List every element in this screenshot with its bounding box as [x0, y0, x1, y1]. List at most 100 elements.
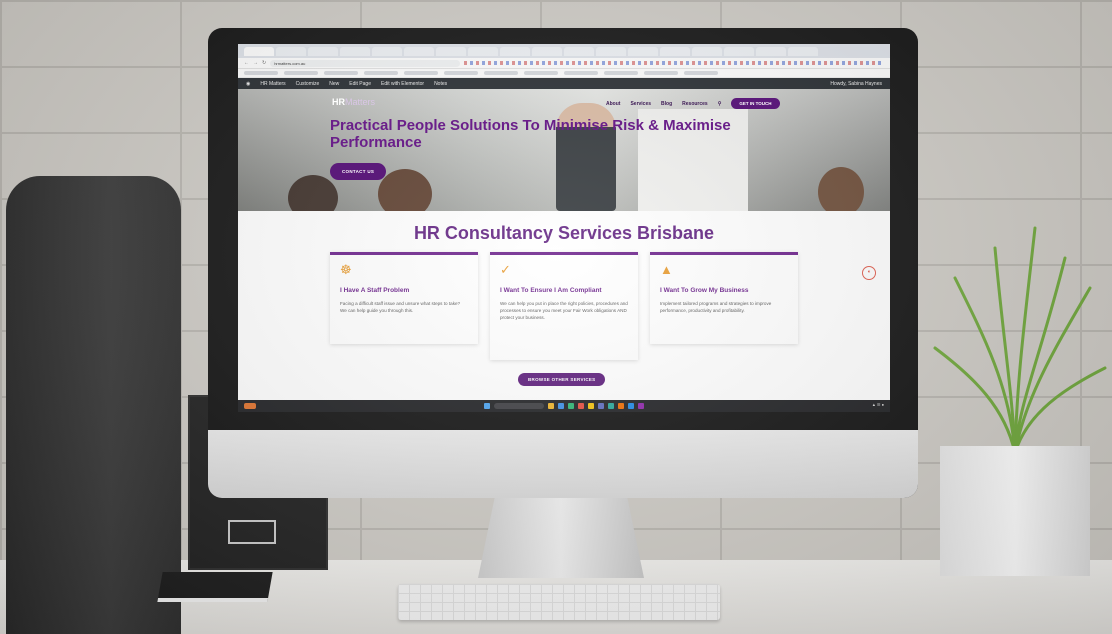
card-text: Facing a difficult staff issue and unsur…: [340, 301, 461, 313]
keyboard: [398, 584, 720, 620]
wordpress-icon[interactable]: ◉: [246, 81, 250, 87]
service-card-grow-business[interactable]: ▲ I Want To Grow My Business Implement t…: [650, 252, 798, 344]
browser-tab[interactable]: [724, 46, 754, 56]
wp-admin-bar: ◉ HR Matters Customize New Edit Page Edi…: [238, 78, 890, 89]
bookmark[interactable]: [444, 71, 478, 75]
browser-tab[interactable]: [500, 46, 530, 56]
browser-tab[interactable]: [532, 46, 562, 56]
hero-heading: Practical People Solutions To Minimise R…: [330, 117, 731, 151]
bookmark[interactable]: [524, 71, 558, 75]
windows-start-icon[interactable]: [484, 403, 490, 409]
browser-tab[interactable]: [628, 46, 658, 56]
logo-main: HR: [332, 97, 345, 107]
main-nav: About Services Blog Resources ⚲ GET IN T…: [606, 98, 780, 109]
taskbar-app-icon[interactable]: [558, 403, 564, 409]
admin-elementor-link[interactable]: Edit with Elementor: [381, 81, 424, 87]
nav-item-blog[interactable]: Blog: [661, 101, 672, 107]
admin-edit-page-link[interactable]: Edit Page: [349, 81, 371, 87]
taskbar-app-icon[interactable]: [548, 403, 554, 409]
browser-tab[interactable]: [660, 46, 690, 56]
browser-tab-bar: [238, 44, 890, 58]
search-icon[interactable]: ⚲: [718, 101, 722, 107]
contact-us-button[interactable]: CONTACT US: [330, 163, 387, 180]
bookmark[interactable]: [244, 71, 278, 75]
taskbar-app-icon[interactable]: [568, 403, 574, 409]
service-card-staff-problem[interactable]: ☸ I Have A Staff Problem Facing a diffic…: [330, 252, 478, 344]
admin-site-link[interactable]: HR Matters: [260, 81, 285, 87]
browser-tab[interactable]: [404, 46, 434, 56]
bookmark[interactable]: [324, 71, 358, 75]
card-title: I Want To Ensure I Am Compliant: [500, 287, 602, 294]
taskbar-app-icon[interactable]: [628, 403, 634, 409]
forward-icon[interactable]: →: [253, 60, 258, 66]
url-field[interactable]: hrmatters.com.au: [270, 59, 461, 67]
browser-tab[interactable]: [788, 46, 818, 56]
browse-other-services-button[interactable]: BROWSE OTHER SERVICES: [518, 373, 606, 386]
bookmark[interactable]: [684, 71, 718, 75]
box-label: [228, 520, 276, 544]
bookmark[interactable]: [644, 71, 678, 75]
address-bar: ← → ↻ hrmatters.com.au: [238, 58, 890, 69]
taskbar-app-icon[interactable]: [598, 403, 604, 409]
browser-tab[interactable]: [596, 46, 626, 56]
nav-item-about[interactable]: About: [606, 101, 620, 107]
service-cards: ☸ I Have A Staff Problem Facing a diffic…: [238, 252, 890, 360]
browser-tab[interactable]: [244, 46, 274, 56]
hero-section: HRMatters About Services Blog Resources …: [238, 89, 890, 211]
notebook: [157, 572, 273, 602]
bookmark[interactable]: [564, 71, 598, 75]
bookmark[interactable]: [364, 71, 398, 75]
back-icon[interactable]: ←: [244, 60, 249, 66]
screen: ← → ↻ hrmatters.com.au ◉ HR Matters Cust…: [238, 44, 890, 412]
taskbar-app-icon[interactable]: [578, 403, 584, 409]
browser-tab[interactable]: [756, 46, 786, 56]
site-logo[interactable]: HRMatters: [332, 97, 375, 107]
admin-user-menu[interactable]: Howdy, Sabina Haynes: [830, 81, 882, 87]
taskbar-search[interactable]: [494, 403, 544, 409]
card-title: I Want To Grow My Business: [660, 287, 749, 294]
browser-tab[interactable]: [692, 46, 722, 56]
browser-tab[interactable]: [564, 46, 594, 56]
people-icon: ☸: [340, 262, 352, 277]
admin-customize-link[interactable]: Customize: [296, 81, 320, 87]
card-text: Implement tailored programs and strategi…: [660, 301, 772, 313]
system-tray[interactable]: ▲ ☰ ●: [872, 402, 884, 407]
reload-icon[interactable]: ↻: [262, 60, 266, 66]
os-taskbar: ▲ ☰ ●: [238, 400, 890, 412]
growth-chart-icon: ▲: [660, 262, 673, 277]
taskbar-app-icon[interactable]: [638, 403, 644, 409]
hero-photo-audience: [818, 167, 864, 211]
logo-sub: Matters: [345, 97, 376, 107]
check-circle-icon: ✓: [500, 262, 511, 277]
weather-icon[interactable]: [244, 403, 256, 409]
card-text: We can help you put in place the right p…: [500, 301, 628, 320]
get-in-touch-button[interactable]: GET IN TOUCH: [731, 98, 780, 109]
hero-photo-audience: [378, 169, 432, 211]
bookmark[interactable]: [484, 71, 518, 75]
office-chair: [6, 176, 181, 634]
admin-new-link[interactable]: New: [329, 81, 339, 87]
browser-tab[interactable]: [340, 46, 370, 56]
monitor-chin: [208, 430, 918, 498]
browser-tab[interactable]: [276, 46, 306, 56]
taskbar-app-icon[interactable]: [618, 403, 624, 409]
browser-tab[interactable]: [372, 46, 402, 56]
bookmark[interactable]: [604, 71, 638, 75]
monitor-stand: [478, 498, 644, 578]
extension-icons[interactable]: [464, 61, 884, 65]
hero-photo-audience: [288, 175, 338, 211]
admin-notes-link[interactable]: Notes: [434, 81, 447, 87]
office-scene: ← → ↻ hrmatters.com.au ◉ HR Matters Cust…: [0, 0, 1112, 634]
bookmark[interactable]: [404, 71, 438, 75]
section-heading: HR Consultancy Services Brisbane: [413, 223, 715, 243]
browser-tab[interactable]: [436, 46, 466, 56]
browser-tab[interactable]: [468, 46, 498, 56]
nav-item-services[interactable]: Services: [630, 101, 651, 107]
card-title: I Have A Staff Problem: [340, 287, 410, 294]
browser-tab[interactable]: [308, 46, 338, 56]
service-card-compliance[interactable]: ✓ I Want To Ensure I Am Compliant We can…: [490, 252, 638, 360]
taskbar-app-icon[interactable]: [588, 403, 594, 409]
bookmark[interactable]: [284, 71, 318, 75]
nav-item-resources[interactable]: Resources: [682, 101, 708, 107]
taskbar-app-icon[interactable]: [608, 403, 614, 409]
